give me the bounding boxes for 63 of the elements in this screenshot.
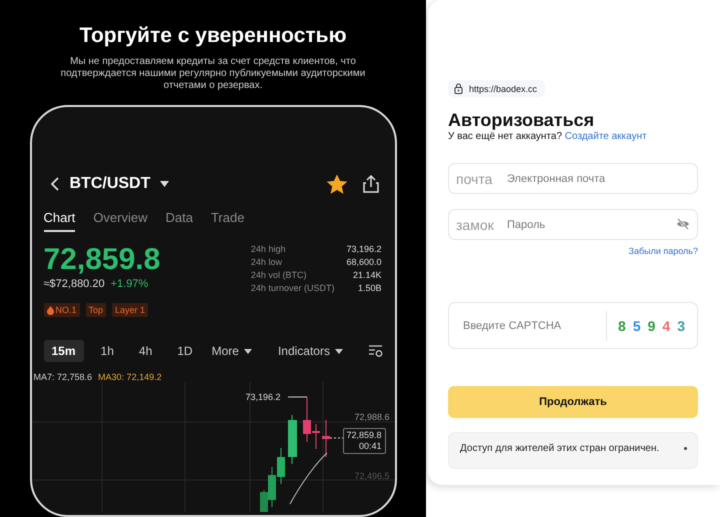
signup-link[interactable]: Создайте аккаунт: [564, 131, 647, 142]
caret-icon[interactable]: [160, 181, 170, 187]
last-price-value: 72,859.8: [346, 430, 382, 441]
moving-average-label: MA30: 72,149.2: [98, 372, 162, 382]
stat-label: 24h low: [250, 257, 283, 267]
tab[interactable]: Data: [165, 209, 193, 232]
timeframe-tab[interactable]: 15m: [44, 340, 84, 362]
captcha-digit: 5: [632, 318, 641, 334]
captcha-input[interactable]: Введите CAPTCHA: [449, 318, 595, 332]
indicators-dropdown[interactable]: Indicators: [278, 344, 343, 358]
stat-label: 24h turnover (USDT): [250, 283, 334, 293]
stat-label: 24h high: [250, 244, 286, 254]
stat-value: 73,196.2: [346, 244, 382, 254]
timeframe-tab[interactable]: 1h: [92, 340, 122, 362]
stat-value: 1.50B: [356, 283, 382, 293]
captcha-image[interactable]: 8 5 9 4 3: [606, 310, 697, 340]
signup-prompt: У вас ещё нет аккаунта? Создайте аккаунт: [448, 131, 648, 142]
tab[interactable]: Overview: [93, 209, 148, 232]
eye-slash-icon[interactable]: [676, 218, 690, 230]
tab[interactable]: Chart: [44, 209, 76, 232]
promo-description: Мы не предоставляем кредиты за счет средств клиентов, что подтверждается нашими регулярно публикуемыми аудиторскими отчетами о резервах.: [60, 56, 366, 92]
tag: Layer 1: [112, 303, 148, 317]
captcha-digit: 9: [648, 318, 656, 334]
continue-button[interactable]: Продолжать: [448, 386, 698, 418]
restriction-notice[interactable]: Доступ для жителей этих стран ограничен.: [448, 432, 698, 469]
stat-value: 68,600.0: [346, 257, 382, 267]
price-change: +1.97%: [110, 278, 148, 290]
caret-icon: [244, 348, 252, 354]
promo-title: Торгуйте с уверенностью: [79, 24, 347, 48]
more-dropdown[interactable]: More: [212, 344, 252, 358]
captcha-digit: 3: [677, 318, 685, 334]
high-leader-line: [287, 396, 307, 398]
usd-price: ≈$72,880.20: [44, 278, 105, 290]
url-text: https://baodex.cc: [469, 84, 538, 94]
timeframe-tab[interactable]: 1D: [169, 340, 201, 362]
forgot-password-link[interactable]: Забыли пароль?: [628, 246, 698, 256]
field-label: замок: [456, 217, 494, 233]
axis-label: 72,988.6: [354, 412, 390, 422]
chart-settings-icon[interactable]: [368, 345, 382, 357]
dot-icon: [684, 447, 687, 450]
tag: NO.1: [44, 303, 80, 317]
stat-label: 24h vol (BTC): [250, 270, 308, 280]
caret-icon: [334, 348, 343, 354]
stat-value: 21.14K: [352, 270, 382, 280]
field-label: почта: [456, 171, 492, 187]
tag: Top: [86, 303, 106, 317]
moving-average-label: MA7: 72,758.6: [34, 372, 92, 382]
pair-title: BTC/USDT: [70, 175, 150, 193]
captcha-digit: 4: [662, 318, 670, 334]
flame-icon: [46, 306, 54, 314]
login-title: Авторизоваться: [448, 110, 596, 130]
tab[interactable]: Trade: [210, 209, 244, 232]
countdown-timer: 00:41: [358, 441, 382, 452]
share-icon[interactable]: [362, 175, 378, 193]
star-icon[interactable]: [326, 174, 346, 194]
lock-icon: [454, 83, 463, 94]
high-price-label: 73,196.2: [246, 392, 281, 402]
back-icon[interactable]: [50, 176, 60, 192]
last-price: 72,859.8: [44, 244, 162, 276]
axis-label: 72,496.5: [354, 471, 390, 481]
captcha-digit: 8: [618, 318, 626, 334]
notice-text: Доступ для жителей этих стран ограничен.: [460, 443, 660, 454]
timeframe-tab[interactable]: 4h: [130, 340, 160, 362]
